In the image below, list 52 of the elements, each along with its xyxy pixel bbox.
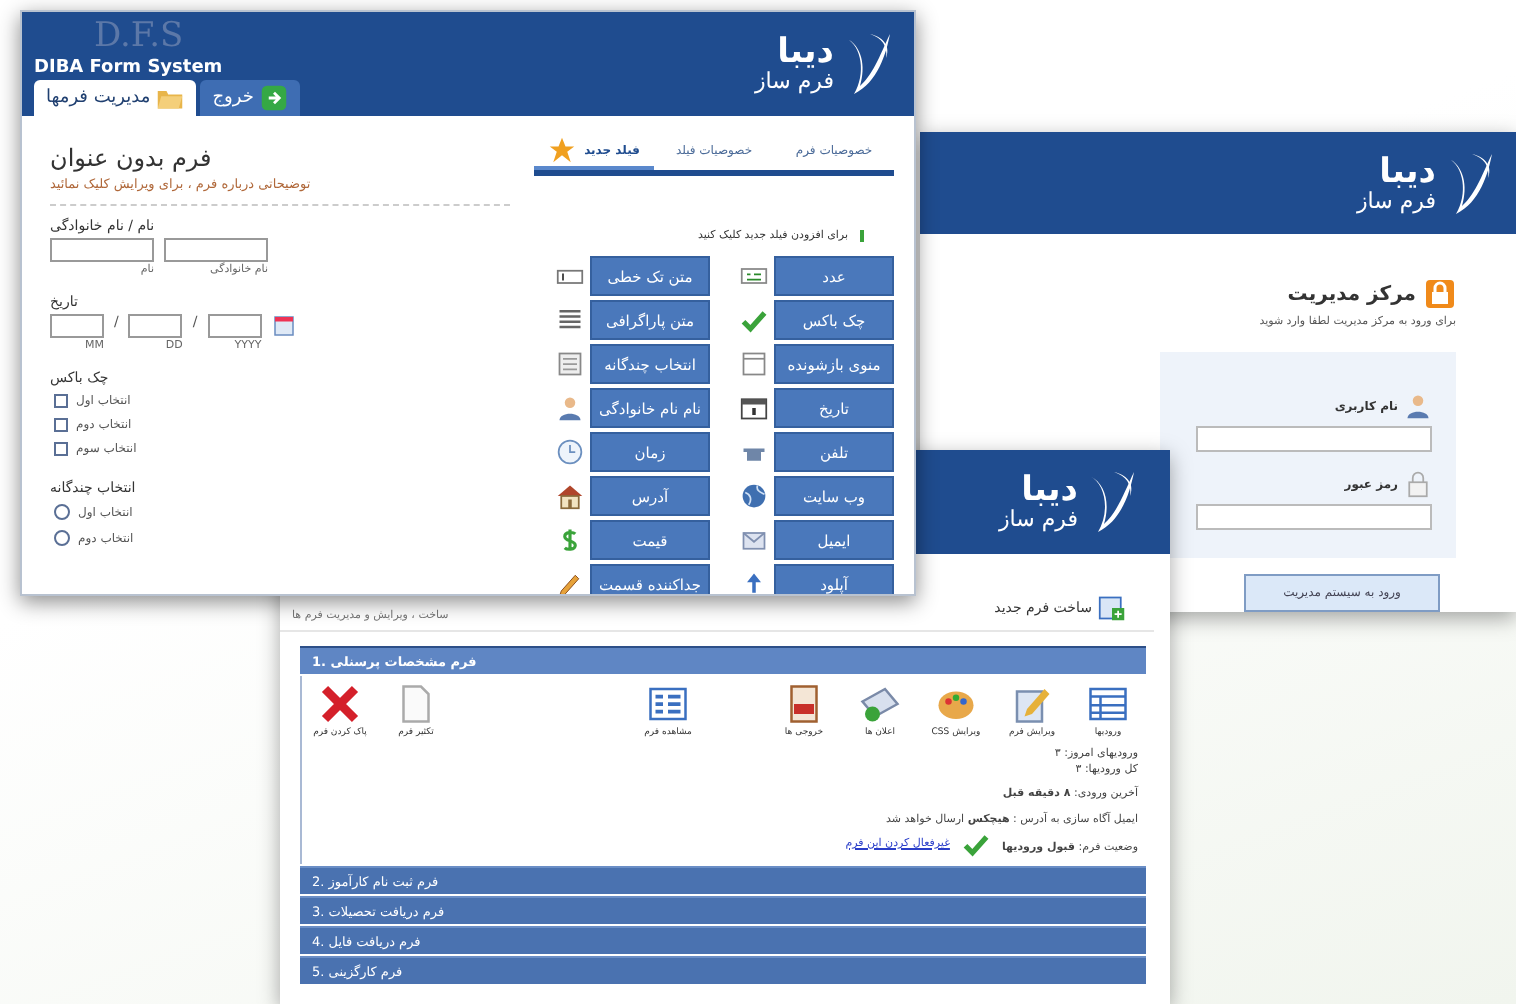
- checkbox[interactable]: [54, 394, 68, 408]
- logo-name: دیبا: [1021, 474, 1078, 508]
- input-box-icon: [740, 262, 768, 290]
- logo-name: دیبا: [777, 36, 834, 70]
- blank-page-icon: [396, 684, 436, 724]
- checkbox[interactable]: [54, 418, 68, 432]
- checkmark-icon: [961, 829, 990, 858]
- tab[interactable]: خروج: [200, 80, 300, 116]
- logo-tagline: فرم ساز: [754, 70, 834, 92]
- person-icon: [1404, 392, 1432, 420]
- radio-button[interactable]: [54, 530, 70, 546]
- radio-button[interactable]: [54, 504, 70, 520]
- form-title: فرم بدون عنوان: [50, 144, 212, 172]
- tab[interactable]: مدیریت فرمها: [34, 80, 197, 116]
- brand-text: D.F.S: [92, 20, 186, 54]
- marker-icon: [854, 224, 870, 248]
- logo-tagline: فرم ساز: [998, 508, 1078, 530]
- input-field[interactable]: [207, 314, 262, 338]
- input-field[interactable]: [164, 238, 268, 262]
- pencil-icon: [556, 570, 584, 594]
- input-field[interactable]: [128, 314, 183, 338]
- lock-icon: [1424, 278, 1456, 310]
- padlock-icon: [1404, 470, 1432, 498]
- dropdown-icon: [740, 350, 768, 378]
- person-icon: [556, 394, 584, 422]
- table-icon: [1088, 684, 1128, 724]
- list-icon: [556, 350, 584, 378]
- pdf-document-icon: [784, 684, 824, 724]
- input-field[interactable]: [50, 238, 154, 262]
- house-icon: [556, 482, 584, 510]
- username-field[interactable]: [1196, 426, 1432, 452]
- star-icon: [548, 136, 577, 164]
- clock-icon: [556, 438, 584, 466]
- checkmark-icon: [740, 306, 768, 334]
- checkbox[interactable]: [54, 442, 68, 456]
- envelope-icon: [860, 684, 900, 724]
- logo-tagline: فرم ساز: [1356, 189, 1436, 211]
- exit-icon: [259, 84, 288, 112]
- page-title: مرکز مدیریت: [1287, 283, 1416, 305]
- edit-document-icon: [1012, 684, 1052, 724]
- input-field[interactable]: [50, 314, 104, 338]
- form-view-icon: [648, 684, 688, 724]
- password-field[interactable]: [1196, 504, 1432, 530]
- delete-icon: [320, 684, 360, 724]
- product-name: DIBA Form System: [34, 58, 225, 78]
- logo-name: دیبا: [1379, 155, 1436, 189]
- paragraph-icon: [556, 306, 584, 334]
- globe-icon: [740, 482, 768, 510]
- new-form-icon: [1098, 594, 1126, 622]
- calendar-icon: [740, 394, 768, 422]
- envelope-icon: [740, 526, 768, 554]
- calendar-icon: [271, 314, 296, 338]
